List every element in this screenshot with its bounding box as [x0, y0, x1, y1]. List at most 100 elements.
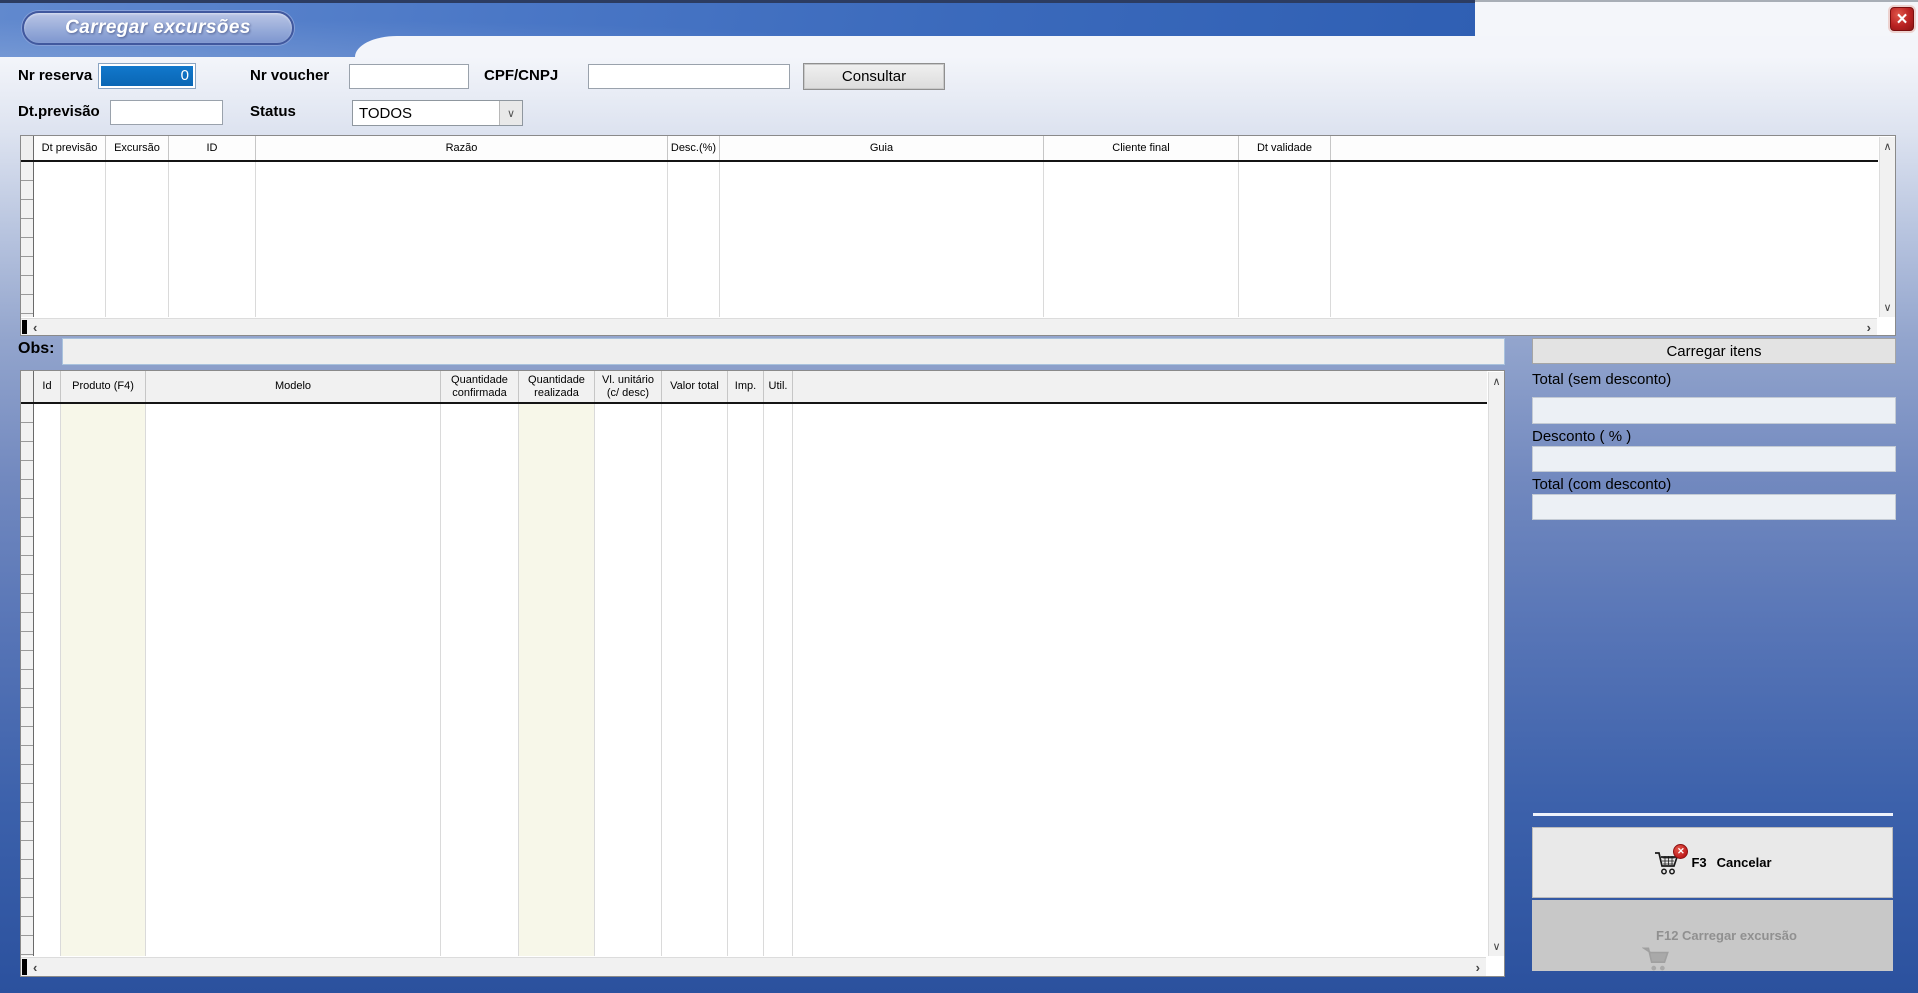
col-desc-pct[interactable]: Desc.(%) [668, 136, 720, 160]
scroll-up-icon[interactable]: ∧ [1883, 140, 1891, 153]
body-col [34, 404, 61, 956]
vertical-scrollbar[interactable]: ∧ ∨ [1879, 137, 1895, 317]
body-col [595, 404, 662, 956]
cpf-cnpj-label: CPF/CNPJ [484, 67, 558, 84]
total-sem-desconto-label: Total (sem desconto) [1532, 371, 1671, 388]
dt-previsao-input[interactable] [110, 100, 223, 125]
body-col [169, 162, 256, 317]
body-col [146, 404, 441, 956]
combo-chevron-glyph: ∨ [507, 107, 515, 120]
excursions-grid-header: Dt previsão Excursão ID Razão Desc.(%) G… [21, 136, 1878, 162]
row-selector-header [21, 136, 34, 160]
f12-carregar-excursao-button[interactable]: F12 Carregar excursão [1532, 900, 1893, 971]
body-col [1044, 162, 1239, 317]
body-col-qtd-realizada [519, 404, 595, 956]
body-col [441, 404, 519, 956]
cart-cancel-icon: ✕ [1653, 850, 1681, 876]
col-imp[interactable]: Imp. [728, 371, 764, 402]
cart-disabled-icon [1642, 945, 1670, 971]
f12-label: F12 Carregar excursão [1656, 928, 1797, 943]
horizontal-scrollbar[interactable]: ‹ › [21, 957, 1486, 976]
items-grid: Id Produto (F4) Modelo Quantidade confir… [20, 370, 1505, 977]
obs-label: Obs: [18, 340, 54, 358]
row-selector-header [21, 371, 34, 402]
row-selector-column [21, 162, 34, 317]
body-col [34, 162, 106, 317]
body-col [1239, 162, 1331, 317]
nr-reserva-input[interactable]: 0 [98, 63, 196, 89]
nr-reserva-label: Nr reserva [18, 67, 92, 84]
col-valor-total[interactable]: Valor total [662, 371, 728, 402]
items-grid-body[interactable] [21, 404, 1487, 956]
col-qtd-confirmada[interactable]: Quantidade confirmada [441, 371, 519, 402]
scrollbar-corner [1486, 956, 1503, 975]
f3-cancelar-button[interactable]: ✕ F3 Cancelar [1532, 827, 1893, 898]
dt-previsao-label: Dt.previsão [18, 103, 100, 120]
col-empty [793, 371, 1487, 402]
col-id[interactable]: ID [169, 136, 256, 160]
body-col [764, 404, 793, 956]
col-modelo[interactable]: Modelo [146, 371, 441, 402]
col-produto-f4[interactable]: Produto (F4) [61, 371, 146, 402]
carregar-itens-button[interactable]: Carregar itens [1532, 338, 1896, 364]
scroll-right-icon[interactable]: › [1867, 319, 1871, 335]
excursions-grid-body[interactable] [21, 162, 1878, 317]
col-razao[interactable]: Razão [256, 136, 668, 160]
items-grid-header: Id Produto (F4) Modelo Quantidade confir… [21, 371, 1487, 404]
scroll-up-icon[interactable]: ∧ [1492, 375, 1500, 388]
col-util[interactable]: Util. [764, 371, 793, 402]
scroll-left-icon[interactable]: ‹ [33, 319, 37, 335]
col-qtd-realizada[interactable]: Quantidade realizada [519, 371, 595, 402]
close-button[interactable]: × [1890, 7, 1914, 31]
status-label: Status [250, 103, 296, 120]
body-col [1331, 162, 1878, 317]
desconto-input[interactable] [1532, 446, 1896, 472]
page-title: Carregar excursões [65, 17, 251, 39]
nr-voucher-input[interactable] [349, 64, 469, 89]
red-x-badge: ✕ [1673, 844, 1688, 859]
scroll-right-icon[interactable]: › [1476, 958, 1480, 976]
scrollbar-corner [1877, 317, 1894, 334]
scroll-position-marker [22, 959, 27, 975]
col-guia[interactable]: Guia [720, 136, 1044, 160]
body-col [720, 162, 1044, 317]
body-col [728, 404, 764, 956]
badge-x-glyph: ✕ [1677, 846, 1685, 857]
cpf-cnpj-input[interactable] [588, 64, 790, 89]
row-selector-column [21, 404, 34, 956]
scroll-down-icon[interactable]: ∨ [1883, 301, 1891, 314]
body-col [256, 162, 668, 317]
vertical-scrollbar[interactable]: ∧ ∨ [1488, 372, 1504, 956]
col-dt-previsao[interactable]: Dt previsão [34, 136, 106, 160]
col-vl-unitario[interactable]: Vl. unitário (c/ desc) [595, 371, 662, 402]
horizontal-scrollbar[interactable]: ‹ › [21, 318, 1877, 335]
page-swoosh [355, 36, 1918, 57]
nr-reserva-value: 0 [101, 66, 193, 86]
col-dt-validade[interactable]: Dt validade [1239, 136, 1331, 160]
col-excursao[interactable]: Excursão [106, 136, 169, 160]
app-window: Carregar excursões × Nr reserva 0 Nr vou… [0, 0, 1918, 993]
col-empty [1331, 136, 1878, 160]
status-selected-value: TODOS [353, 105, 499, 122]
total-com-desconto-label: Total (com desconto) [1532, 476, 1671, 493]
body-col-produto [61, 404, 146, 956]
tab-carregar-excursoes[interactable]: Carregar excursões [22, 11, 294, 45]
consultar-button[interactable]: Consultar [803, 63, 945, 90]
col-cliente-final[interactable]: Cliente final [1044, 136, 1239, 160]
scroll-left-icon[interactable]: ‹ [33, 958, 37, 976]
obs-input[interactable] [62, 338, 1505, 365]
total-sem-desconto-input[interactable] [1532, 397, 1896, 424]
desconto-label: Desconto ( % ) [1532, 428, 1631, 445]
excursions-grid: Dt previsão Excursão ID Razão Desc.(%) G… [20, 135, 1896, 336]
chevron-down-icon[interactable]: ∨ [499, 101, 522, 125]
status-select[interactable]: TODOS ∨ [352, 100, 523, 126]
body-col [668, 162, 720, 317]
scroll-down-icon[interactable]: ∨ [1492, 940, 1500, 953]
scroll-position-marker [22, 320, 27, 334]
body-col [793, 404, 1487, 956]
total-com-desconto-input[interactable] [1532, 494, 1896, 520]
col-id[interactable]: Id [34, 371, 61, 402]
body-col [106, 162, 169, 317]
f3-label: Cancelar [1717, 855, 1772, 870]
consultar-label: Consultar [842, 68, 906, 85]
